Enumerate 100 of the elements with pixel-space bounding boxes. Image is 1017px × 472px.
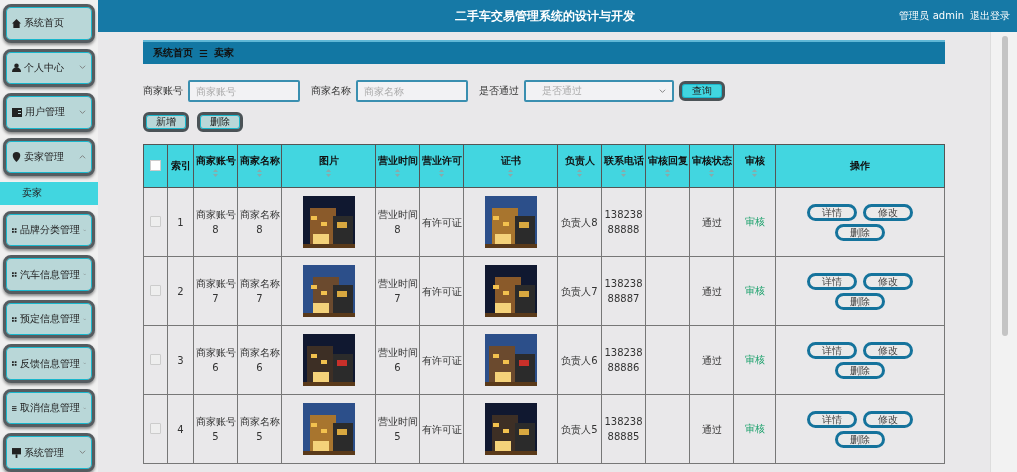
column-header: 商家账号 [195,154,236,166]
sidebar-menu-item[interactable]: 取消信息管理 [3,388,95,428]
search-field[interactable]: 商家名称 [356,80,468,102]
sidebar-menu-item[interactable]: 卖家管理 [3,137,95,176]
sidebar-subitem[interactable]: 卖家 [0,182,98,205]
sort-icon[interactable] [257,168,262,177]
home-icon [12,18,21,28]
sidebar-menu-item[interactable]: 品牌分类管理 [3,210,95,250]
detail-button[interactable]: 详情 [807,272,857,290]
list-icon [12,403,17,413]
column-header: 商家名称 [239,154,280,166]
sort-icon[interactable] [752,168,757,177]
delete-button[interactable]: 删除 [835,292,885,310]
scrollbar[interactable] [990,32,1017,472]
filter-label: 商家名称 [311,84,351,98]
delete-button[interactable]: 删除 [197,112,243,132]
table-cell-text: 商家名称8 [239,208,280,237]
filter-label: 是否通过 [479,84,519,98]
column-header: 营业时间 [377,154,418,166]
edit-button[interactable]: 修改 [863,272,913,290]
grid-icon [12,359,17,369]
breadcrumb-separator: ☰ [199,47,208,59]
delete-button[interactable]: 删除 [835,223,885,241]
sidebar-menu-item[interactable]: 系统首页 [3,4,95,43]
table-cell-text: 负责人5 [561,422,598,437]
sort-icon[interactable] [577,168,582,177]
sort-icon[interactable] [621,168,626,177]
table-cell-text: 13823888888 [603,208,644,237]
chevron-up-icon [79,154,86,160]
monitor-icon [12,447,21,458]
column-header: 证书 [500,154,521,166]
column-header: 索引 [170,160,191,171]
sidebar-menu-item[interactable]: 预定信息管理 [3,299,95,339]
table-cell-text: 营业时间6 [377,346,418,375]
row-checkbox[interactable] [150,422,161,434]
table-cell-text: 商家名称5 [239,415,280,444]
sidebar-menu-item[interactable]: 反馈信息管理 [3,344,95,383]
column-header: 操作 [850,160,870,171]
table-cell-text: 13823888886 [603,346,644,375]
sort-icon[interactable] [213,168,218,177]
table-cell-text: 营业时间5 [377,415,418,444]
detail-button[interactable]: 详情 [807,203,857,221]
table-cell-text: 负责人6 [561,353,598,368]
table-cell-text: 2 [177,284,184,299]
table-cell-text: 营业时间8 [377,208,418,237]
table-cell-text: 有许可证 [421,284,462,299]
filter-label: 商家账号 [143,84,183,98]
edit-button[interactable]: 修改 [863,341,913,359]
sort-icon[interactable] [508,168,513,177]
table-cell-text: 通过 [701,215,722,230]
detail-button[interactable]: 详情 [807,410,857,428]
sort-icon[interactable] [439,168,444,177]
sidebar-menu-item[interactable]: 用户管理 [3,93,95,132]
table-cell-text: 负责人7 [561,284,598,299]
table-cell-text: 有许可证 [421,353,462,368]
search-button[interactable]: 查询 [679,81,725,101]
table-cell-text: 通过 [701,284,722,299]
breadcrumb-home[interactable]: 系统首页 [153,46,193,60]
row-checkbox[interactable] [150,215,161,227]
table-cell-text: 营业时间7 [377,277,418,306]
delete-button[interactable]: 删除 [835,361,885,379]
sidebar-menu-item[interactable]: 个人中心 [3,48,95,87]
pin-icon [12,151,21,162]
grid-icon [12,270,17,280]
add-button[interactable]: 新增 [143,112,189,132]
sidebar-menu-item[interactable]: 汽车信息管理 [3,255,95,294]
table-cell-text: 商家账号6 [195,346,236,375]
table-cell-text: 通过 [701,422,722,437]
table-cell-text: 有许可证 [421,422,462,437]
sort-icon[interactable] [709,168,714,177]
select-all-checkbox[interactable] [150,159,161,171]
detail-button[interactable]: 详情 [807,341,857,359]
column-header: 审核状态 [691,154,732,166]
chevron-down-icon [79,450,86,456]
sort-icon[interactable] [665,168,670,177]
row-checkbox[interactable] [150,353,161,365]
column-header: 负责人 [564,154,595,166]
table-cell-text: 商家账号7 [195,277,236,306]
grid-icon [12,314,17,324]
edit-button[interactable]: 修改 [863,203,913,221]
table-cell-text: 1 [177,215,184,230]
chevron-down-icon [79,109,86,115]
table-cell-text: 通过 [701,353,722,368]
delete-button[interactable]: 删除 [835,430,885,448]
table-cell-text: 4 [177,422,184,437]
sidebar-menu-item[interactable]: 系统管理 [3,433,95,472]
column-header: 审核 [744,154,765,166]
id-card-icon [12,107,22,117]
row-checkbox[interactable] [150,284,161,296]
grid-icon [12,225,17,235]
table-cell-text: 商家名称7 [239,277,280,306]
edit-button[interactable]: 修改 [863,410,913,428]
logout-link[interactable]: 退出登录 [970,9,1010,23]
sort-icon[interactable] [326,168,331,177]
sort-icon[interactable] [395,168,400,177]
search-field[interactable]: 商家账号 [188,80,300,102]
column-header: 营业许可 [421,154,462,166]
column-header: 审核回复 [647,154,688,166]
user-label: 管理员 admin [899,9,964,23]
column-header: 联系电话 [603,154,644,166]
